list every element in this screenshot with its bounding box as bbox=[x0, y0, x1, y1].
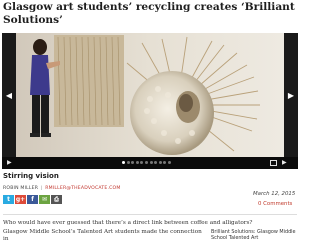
photo-gallery[interactable]: ◀ ▶ ▶ ▶ bbox=[2, 33, 298, 169]
facebook-icon: f bbox=[31, 196, 34, 203]
facebook-share-button[interactable]: f bbox=[27, 195, 38, 204]
slide-dot[interactable] bbox=[135, 161, 139, 164]
divider bbox=[3, 214, 297, 215]
byline-separator: | bbox=[39, 186, 45, 191]
byline: ROBIN MILLER | RMILLER@THEADVOCATE.COM bbox=[3, 186, 121, 191]
chevron-left-icon: ◀ bbox=[5, 90, 13, 100]
gallery-prev-button[interactable]: ◀ bbox=[2, 33, 16, 157]
email-share-button[interactable]: ✉ bbox=[39, 195, 50, 204]
related-link[interactable]: Brilliant Solutions: Glasgow Middle Scho… bbox=[211, 229, 299, 240]
comments-link[interactable]: 0 Comments bbox=[258, 201, 292, 207]
publish-date: March 12, 2015 bbox=[253, 191, 296, 197]
chevron-right-icon[interactable]: ▶ bbox=[282, 159, 287, 166]
twitter-icon: t bbox=[7, 196, 10, 203]
article-headline: Glasgow art students’ recycling creates … bbox=[3, 1, 295, 26]
slide-dot[interactable] bbox=[158, 161, 162, 164]
slide-dot[interactable] bbox=[154, 161, 158, 164]
google-plus-share-button[interactable]: g+ bbox=[15, 195, 26, 204]
slide-dot[interactable] bbox=[149, 161, 153, 164]
article-lede: Who would have ever guessed that there’s… bbox=[3, 220, 253, 226]
slide-dot[interactable] bbox=[167, 161, 171, 164]
email-icon: ✉ bbox=[41, 196, 48, 203]
slide-dot[interactable] bbox=[122, 161, 125, 164]
play-icon[interactable]: ▶ bbox=[7, 159, 12, 166]
gallery-controls: ▶ ▶ bbox=[2, 157, 298, 169]
chevron-right-icon: ▶ bbox=[287, 90, 295, 100]
slide-indicators bbox=[122, 161, 171, 164]
print-icon: ⎙ bbox=[54, 195, 59, 203]
slide-dot[interactable] bbox=[126, 161, 130, 164]
slide-dot[interactable] bbox=[163, 161, 167, 164]
article-paragraph: Glasgow Middle School’s Talented Art stu… bbox=[3, 229, 202, 240]
author-name[interactable]: ROBIN MILLER bbox=[3, 186, 38, 191]
gallery-photo bbox=[2, 33, 298, 157]
twitter-share-button[interactable]: t bbox=[3, 195, 14, 204]
google-plus-icon: g+ bbox=[15, 196, 26, 203]
slide-dot[interactable] bbox=[144, 161, 148, 164]
slide-dot[interactable] bbox=[140, 161, 144, 164]
gallery-next-button[interactable]: ▶ bbox=[284, 33, 298, 157]
photo-caption: Stirring vision bbox=[3, 172, 59, 180]
fullscreen-icon[interactable] bbox=[270, 160, 277, 166]
print-share-button[interactable]: ⎙ bbox=[51, 195, 62, 204]
author-email-link[interactable]: RMILLER@THEADVOCATE.COM bbox=[45, 186, 120, 191]
share-buttons: t g+ f ✉ ⎙ bbox=[3, 195, 62, 204]
slide-dot[interactable] bbox=[131, 161, 135, 164]
